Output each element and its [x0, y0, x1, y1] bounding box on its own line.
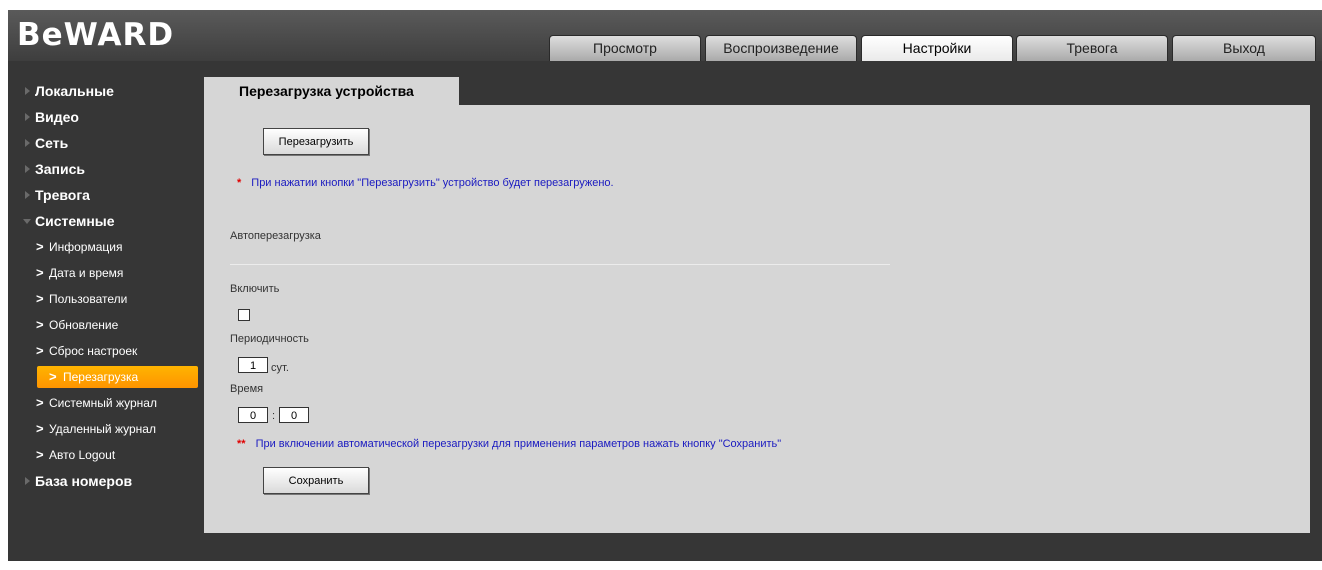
- sidebar-subitem-remote-log[interactable]: > Удаленный журнал: [8, 418, 198, 440]
- sidebar-subitem-label: Авто Logout: [49, 448, 116, 462]
- arrow-right-icon: [25, 113, 30, 121]
- time-hour-input[interactable]: 0: [238, 407, 268, 423]
- time-label: Время: [230, 383, 264, 395]
- sidebar-subitem-info[interactable]: > Информация: [8, 236, 198, 258]
- sidebar-subitem-update[interactable]: > Обновление: [8, 314, 198, 336]
- autoreboot-note-text: При включении автоматической перезагрузк…: [255, 438, 782, 450]
- arrow-right-icon: [25, 165, 30, 173]
- period-label: Периодичность: [230, 333, 309, 345]
- required-mark: *: [237, 177, 242, 189]
- sidebar-subitem-label: Перезагрузка: [63, 370, 139, 384]
- arrow-right-icon: [25, 87, 30, 95]
- reboot-note: * При нажатии кнопки "Перезагрузить" устр…: [237, 177, 614, 189]
- chevron-right-icon: >: [36, 239, 44, 254]
- enable-label: Включить: [230, 283, 280, 295]
- time-minute-input[interactable]: 0: [279, 407, 309, 423]
- sidebar-item-alarm[interactable]: Тревога: [8, 184, 198, 206]
- sidebar-item-record[interactable]: Запись: [8, 158, 198, 180]
- tab-settings[interactable]: Настройки: [861, 35, 1013, 61]
- sidebar-subitem-users[interactable]: > Пользователи: [8, 288, 198, 310]
- period-unit: сут.: [271, 362, 289, 374]
- sidebar-item-number-base[interactable]: База номеров: [8, 470, 198, 492]
- save-button[interactable]: Сохранить: [263, 467, 369, 494]
- reboot-button[interactable]: Перезагрузить: [263, 128, 369, 155]
- sidebar-item-video[interactable]: Видео: [8, 106, 198, 128]
- sidebar-subitem-label: Дата и время: [49, 266, 124, 280]
- header: BeWARD Просмотр Воспроизведение Настройк…: [8, 10, 1322, 61]
- autoreboot-note: ** При включении автоматической перезагру…: [237, 438, 781, 450]
- sidebar-item-label: Видео: [35, 109, 79, 125]
- chevron-right-icon: >: [36, 343, 44, 358]
- sidebar-subitem-reset[interactable]: > Сброс настроек: [8, 340, 198, 362]
- sidebar-item-label: Тревога: [35, 187, 90, 203]
- tab-exit[interactable]: Выход: [1172, 35, 1316, 61]
- required-mark: **: [237, 438, 246, 450]
- chevron-right-icon: >: [36, 395, 44, 410]
- sidebar: Локальные Видео Сеть Запись Тревога Сист…: [8, 80, 198, 496]
- sidebar-subitem-label: Обновление: [49, 318, 119, 332]
- tab-alarm[interactable]: Тревога: [1016, 35, 1168, 61]
- arrow-right-icon: [25, 477, 30, 485]
- sidebar-item-label: Системные: [35, 213, 115, 229]
- chevron-right-icon: >: [36, 421, 44, 436]
- sidebar-subitem-reboot[interactable]: > Перезагрузка: [37, 366, 198, 388]
- sidebar-item-label: Запись: [35, 161, 86, 177]
- chevron-right-icon: >: [36, 291, 44, 306]
- sidebar-item-local[interactable]: Локальные: [8, 80, 198, 102]
- arrow-right-icon: [25, 191, 30, 199]
- app-window: BeWARD Просмотр Воспроизведение Настройк…: [8, 10, 1322, 561]
- sidebar-item-label: Сеть: [35, 135, 69, 151]
- divider: [230, 264, 890, 265]
- chevron-right-icon: >: [36, 265, 44, 280]
- sidebar-item-label: База номеров: [35, 473, 133, 489]
- sidebar-item-system[interactable]: Системные: [8, 210, 198, 232]
- arrow-right-icon: [25, 139, 30, 147]
- tab-view[interactable]: Просмотр: [549, 35, 701, 61]
- section-title: Автоперезагрузка: [230, 230, 321, 242]
- sidebar-subitem-auto-logout[interactable]: > Авто Logout: [8, 444, 198, 466]
- chevron-right-icon: >: [49, 369, 57, 384]
- chevron-right-icon: >: [36, 447, 44, 462]
- sidebar-subitem-label: Информация: [49, 240, 123, 254]
- sidebar-subitem-label: Системный журнал: [49, 396, 157, 410]
- sidebar-subitem-label: Сброс настроек: [49, 344, 138, 358]
- sidebar-subitem-syslog[interactable]: > Системный журнал: [8, 392, 198, 414]
- reboot-note-text: При нажатии кнопки "Перезагрузить" устро…: [251, 177, 614, 189]
- enable-checkbox[interactable]: [238, 309, 250, 321]
- sidebar-subitem-datetime[interactable]: > Дата и время: [8, 262, 198, 284]
- page-title-tab: Перезагрузка устройства: [204, 77, 459, 105]
- sidebar-subitem-label: Пользователи: [49, 292, 128, 306]
- chevron-right-icon: >: [36, 317, 44, 332]
- tab-playback[interactable]: Воспроизведение: [705, 35, 857, 61]
- period-input[interactable]: 1: [238, 357, 268, 373]
- brand-logo: BeWARD: [17, 17, 175, 53]
- time-separator: :: [272, 410, 276, 422]
- sidebar-item-label: Локальные: [35, 83, 114, 99]
- sidebar-item-network[interactable]: Сеть: [8, 132, 198, 154]
- sidebar-subitem-label: Удаленный журнал: [49, 422, 156, 436]
- content-panel: Перезагрузить * При нажатии кнопки "Перез…: [204, 105, 1310, 533]
- arrow-down-icon: [23, 219, 31, 224]
